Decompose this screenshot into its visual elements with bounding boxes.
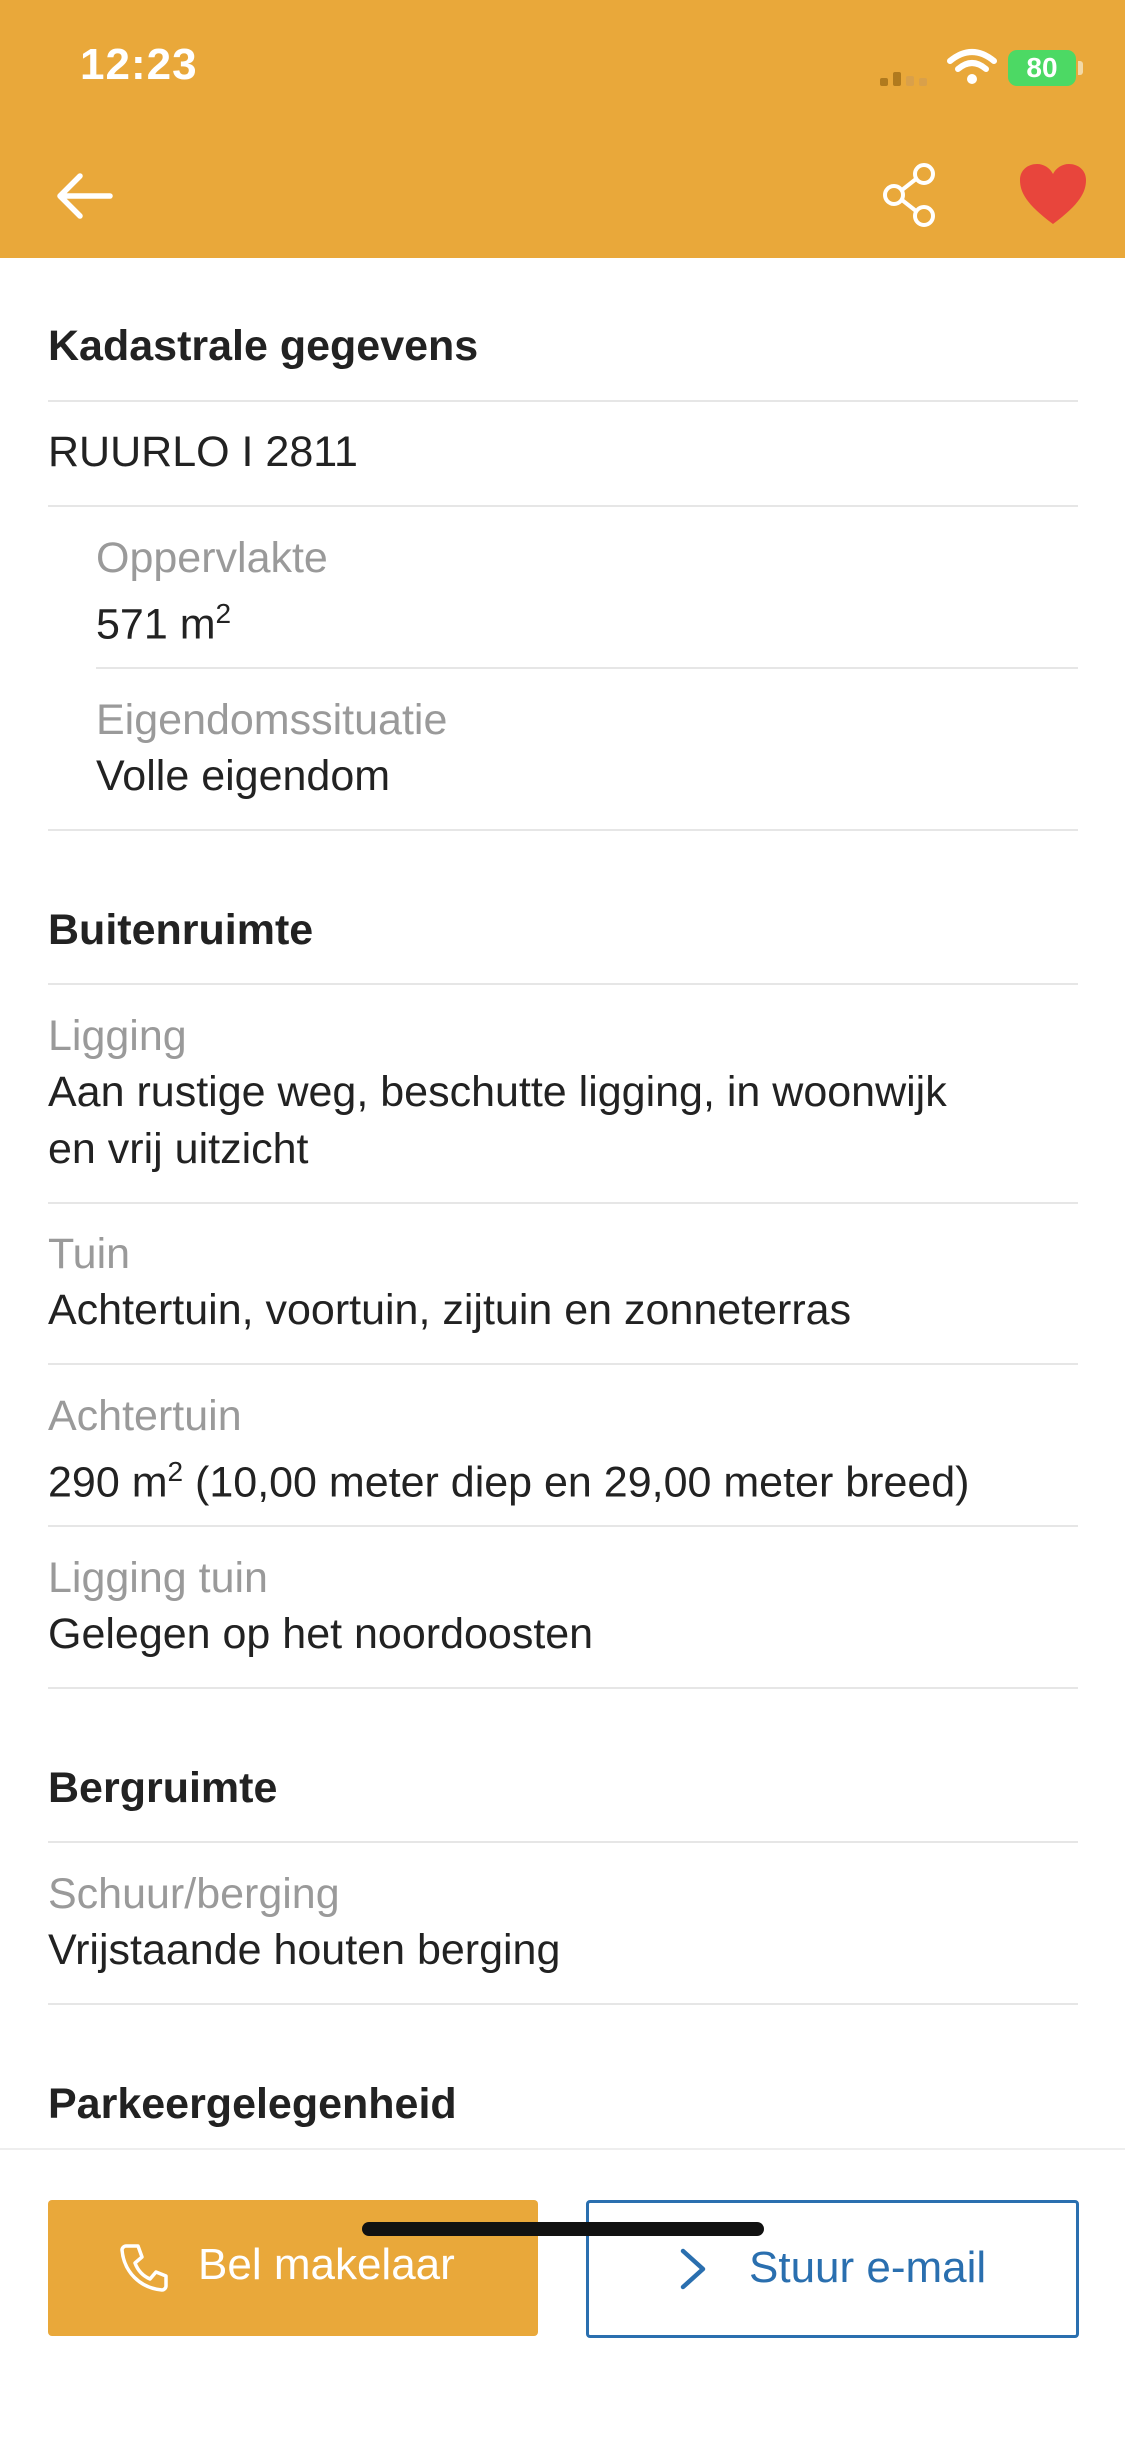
ligging-label: Ligging bbox=[48, 1012, 187, 1060]
section-title-bergruimte: Bergruimte bbox=[48, 1764, 278, 1812]
ligging-value-line1: Aan rustige weg, beschutte ligging, in w… bbox=[48, 1068, 947, 1116]
divider bbox=[48, 829, 1078, 831]
parcel-number: RUURLO I 2811 bbox=[48, 428, 358, 476]
divider bbox=[48, 1202, 1078, 1204]
cellular-signal-icon bbox=[880, 72, 927, 86]
divider bbox=[48, 1525, 1078, 1527]
divider bbox=[48, 1687, 1078, 1689]
back-arrow-icon[interactable] bbox=[52, 164, 116, 228]
tuin-value: Achtertuin, voortuin, zijtuin en zonnete… bbox=[48, 1286, 852, 1334]
oppervlakte-label: Oppervlakte bbox=[96, 534, 328, 582]
schuur-value: Vrijstaande houten berging bbox=[48, 1926, 561, 1974]
status-time: 12:23 bbox=[80, 40, 198, 89]
call-agent-button[interactable]: Bel makelaar bbox=[48, 2200, 538, 2336]
home-indicator bbox=[362, 2222, 764, 2236]
phone-icon bbox=[120, 2244, 168, 2292]
schuur-label: Schuur/berging bbox=[48, 1870, 340, 1918]
divider bbox=[48, 983, 1078, 985]
eigendom-label: Eigendomssituatie bbox=[96, 696, 448, 744]
section-title-buitenruimte: Buitenruimte bbox=[48, 906, 314, 954]
app-header: 12:23 80 bbox=[0, 0, 1125, 258]
divider bbox=[48, 1363, 1078, 1365]
battery-indicator: 80 bbox=[1008, 50, 1076, 86]
email-button-label: Stuur e-mail bbox=[749, 2243, 987, 2292]
send-email-button[interactable]: Stuur e-mail bbox=[586, 2200, 1079, 2338]
achtertuin-value: 290 m2 (10,00 meter diep en 29,00 meter … bbox=[48, 1456, 970, 1507]
divider bbox=[48, 400, 1078, 402]
ligging-tuin-label: Ligging tuin bbox=[48, 1554, 268, 1602]
battery-cap bbox=[1078, 61, 1083, 75]
call-button-label: Bel makelaar bbox=[198, 2240, 455, 2289]
oppervlakte-value: 571 m2 bbox=[96, 598, 232, 649]
achtertuin-label: Achtertuin bbox=[48, 1392, 242, 1440]
action-bar: Bel makelaar Stuur e-mail bbox=[0, 2148, 1125, 2438]
section-title-kadastraal: Kadastrale gegevens bbox=[48, 322, 479, 370]
tuin-label: Tuin bbox=[48, 1230, 131, 1278]
wifi-icon bbox=[947, 49, 997, 84]
chevron-right-icon bbox=[680, 2248, 706, 2290]
divider bbox=[48, 1841, 1078, 1843]
section-title-parkeer: Parkeergelegenheid bbox=[48, 2080, 457, 2128]
share-icon[interactable] bbox=[880, 162, 940, 228]
ligging-value-line2: en vrij uitzicht bbox=[48, 1125, 309, 1173]
heart-icon[interactable] bbox=[1018, 162, 1088, 228]
ligging-tuin-value: Gelegen op het noordoosten bbox=[48, 1610, 594, 1658]
eigendom-value: Volle eigendom bbox=[96, 752, 391, 800]
divider bbox=[48, 505, 1078, 507]
divider bbox=[96, 667, 1078, 669]
divider bbox=[48, 2003, 1078, 2005]
